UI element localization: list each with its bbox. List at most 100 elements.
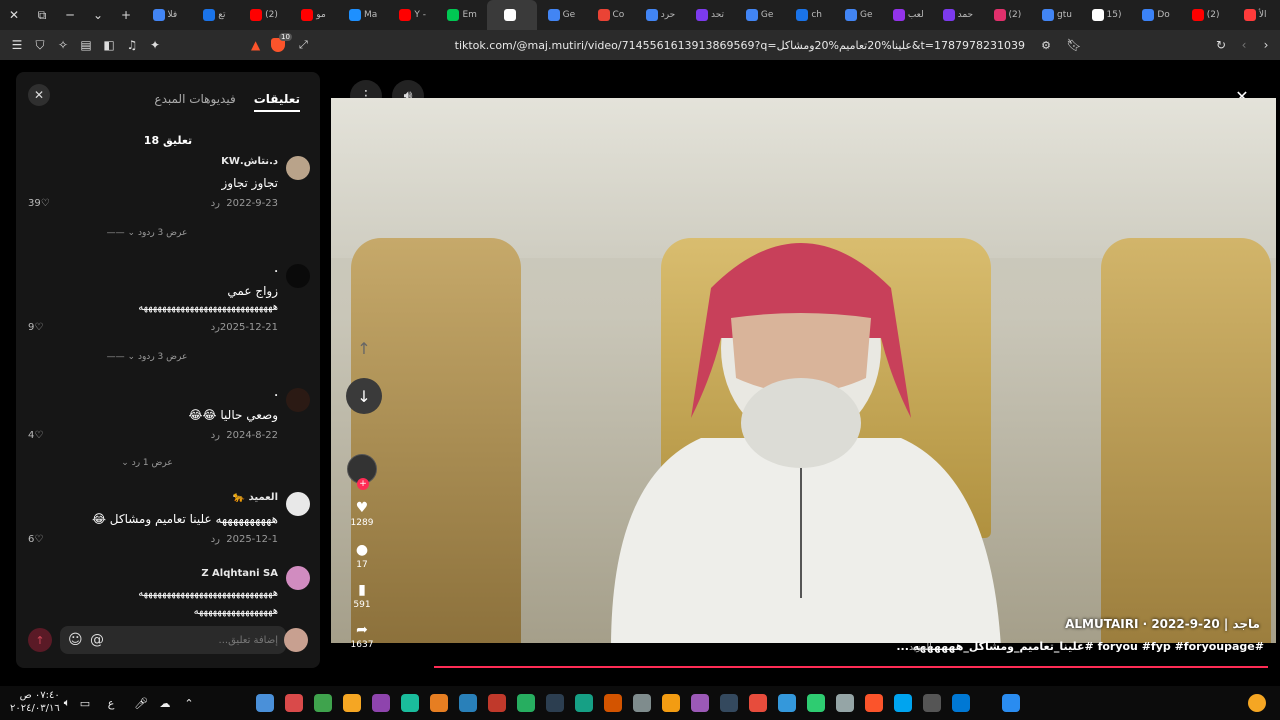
language-indicator[interactable]: ع [102,694,120,712]
comment-author[interactable]: العميد 🐆 [233,492,278,503]
follow-plus-icon[interactable]: + [357,478,369,490]
comment-author[interactable]: Z Alqhtani SA [201,568,278,579]
browser-tab[interactable]: فلا [140,0,190,30]
browser-tab[interactable]: حرد [636,0,686,30]
send-icon[interactable]: ↑ [28,628,52,652]
network-tray-icon[interactable]: ▭ [76,694,94,712]
like-action[interactable]: ♥ 1289 [344,500,380,528]
tray-overflow-icon[interactable]: ⌃ [180,694,198,712]
browser-tab[interactable]: ch [784,0,834,30]
url-text[interactable]: tiktok.com/@maj.mutiri/video/71455616139… [455,39,1025,52]
taskbar-app-icon[interactable] [488,694,506,712]
taskbar-app-icon[interactable] [865,694,883,712]
taskbar-app-icon[interactable] [807,694,825,712]
taskbar-app-icon[interactable] [604,694,622,712]
browser-tab[interactable]: Ge [735,0,785,30]
menu-icon[interactable]: ☰ [6,34,28,56]
taskbar-app-icon[interactable] [836,694,854,712]
browser-tab[interactable] [487,0,537,30]
more-button[interactable]: المزيد [909,643,932,653]
volume-tray-icon[interactable]: 🔈︎ [58,694,76,712]
browser-tab[interactable]: Ge [537,0,587,30]
tab-creator-videos[interactable]: فيديوهات المبدع [154,92,235,112]
video-progress-bar[interactable] [434,666,1268,668]
taskbar-app-icon[interactable] [430,694,448,712]
browser-tab[interactable]: تحد [685,0,735,30]
like-count[interactable]: 39♡ [28,198,50,209]
puzzle-icon[interactable]: ✦ [144,34,166,56]
reload-icon[interactable]: ↻ [1210,34,1232,56]
browser-tab[interactable]: لعب [884,0,934,30]
browser-tab[interactable]: Ma [338,0,388,30]
taskbar-app-icon[interactable] [546,694,564,712]
taskbar-app-icon[interactable] [691,694,709,712]
previous-video-button[interactable]: ↑ [346,330,382,366]
taskbar-app-icon[interactable] [401,694,419,712]
shield-icon[interactable]: ⛉ [29,34,51,56]
browser-tab[interactable]: gtu [1032,0,1082,30]
back-icon[interactable]: ‹ [1233,34,1255,56]
taskbar-app-icon[interactable] [372,694,390,712]
view-replies-button[interactable]: عرض 3 ردود ⌄ —— [16,228,278,238]
save-action[interactable]: ▮ 591 [344,582,380,610]
avatar[interactable] [286,566,310,590]
comment-author[interactable]: . [274,264,278,275]
video-player[interactable]: ماجد | ALMUTAIRI · 2022-9-20 [331,98,1276,643]
browser-tab[interactable]: (2) [983,0,1033,30]
browser-tab[interactable]: Co [586,0,636,30]
browser-tab[interactable]: Em [437,0,487,30]
comment-action[interactable]: ● 17 [344,542,380,570]
new-tab-button[interactable]: + [112,0,140,30]
music-icon[interactable]: ♫ [121,34,143,56]
avatar[interactable] [286,388,310,412]
like-count[interactable]: 6♡ [28,534,43,545]
next-video-button[interactable]: ↓ [346,378,382,414]
mention-icon[interactable]: @ [90,632,104,648]
view-replies-button[interactable]: عرض 3 ردود ⌄ —— [16,352,278,362]
like-count[interactable]: 9♡ [28,322,43,333]
mic-tray-icon[interactable]: 🎤︎ [132,694,150,712]
bookmark-icon[interactable]: 🔖︎ [1063,34,1085,56]
reading-list-icon[interactable]: ▤ [75,34,97,56]
rewards-triangle-icon[interactable]: ▲ [251,38,260,52]
reply-button[interactable]: رد [211,430,220,441]
avatar[interactable] [286,264,310,288]
reply-button[interactable]: رد [211,322,220,333]
reply-button[interactable]: رد [211,534,220,545]
avatar[interactable] [286,492,310,516]
taskbar-app-icon[interactable] [749,694,767,712]
start-button[interactable] [1002,694,1020,712]
comment-author[interactable]: د.نتاش.KW [221,156,278,167]
emoji-icon[interactable]: ☺ [68,632,83,648]
view-replies-button[interactable]: عرض 1 رد ⌄ [16,458,278,468]
browser-tab[interactable]: Do [1131,0,1181,30]
forward-icon[interactable]: › [1255,34,1277,56]
minimize-icon[interactable]: ─ [56,0,84,30]
taskbar-app-icon[interactable] [575,694,593,712]
address-bar[interactable]: ▲ 10 ⤢ tiktok.com/@maj.mutiri/video/7145… [245,33,1055,57]
tab-comments[interactable]: تعليقات [253,92,300,112]
cloud-tray-icon[interactable]: ☁ [156,694,174,712]
browser-tab[interactable]: تع [190,0,240,30]
comment-author[interactable]: . [274,388,278,399]
creator-avatar[interactable]: + [347,454,377,490]
like-count[interactable]: 4♡ [28,430,43,441]
extensions-puzzle-icon[interactable]: ✧ [52,34,74,56]
browser-tab[interactable]: (15 [1082,0,1132,30]
browser-tab[interactable]: حمد [933,0,983,30]
taskbar-app-icon[interactable] [778,694,796,712]
taskbar-app-icon[interactable] [894,694,912,712]
close-panel-icon[interactable]: ✕ [28,84,50,106]
browser-tab[interactable]: (2) [1181,0,1231,30]
my-avatar[interactable] [284,628,308,652]
site-settings-icon[interactable]: ⚙ [1041,39,1051,52]
taskbar-app-icon[interactable] [923,694,941,712]
comment-input[interactable]: إضافة تعليق... @ ☺ [60,626,286,654]
taskbar-app-icon[interactable] [720,694,738,712]
tab-list-chevron-icon[interactable]: ⌄ [84,0,112,30]
browser-tab[interactable]: (2) [239,0,289,30]
taskbar-app-icon[interactable] [256,694,274,712]
taskbar-app-icon[interactable] [633,694,651,712]
taskbar-clock[interactable]: ٠٧:٤٠ ص ٢٠٢٤/٠٣/١٦ [10,689,60,715]
weather-icon[interactable] [1248,694,1266,712]
